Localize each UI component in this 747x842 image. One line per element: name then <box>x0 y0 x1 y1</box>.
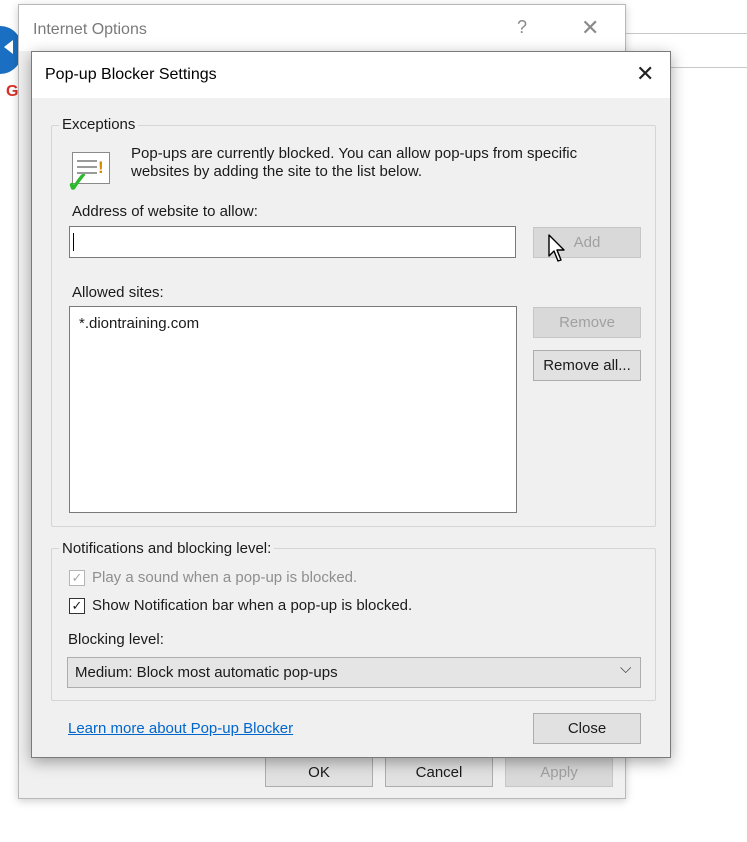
exceptions-group-label: Exceptions <box>59 116 139 133</box>
play-sound-checkbox[interactable]: ✓ <box>69 570 85 586</box>
allowed-site-item[interactable]: *.diontraining.com <box>79 315 199 332</box>
internet-options-title: Internet Options <box>33 21 147 38</box>
dialog-titlebar: Pop-up Blocker Settings ✕ <box>32 52 670 98</box>
internet-options-titlebar: Internet Options ? ✕ <box>19 5 625 51</box>
popup-icon-lines <box>77 160 97 162</box>
mouse-pointer-icon <box>548 234 565 262</box>
show-notification-bar-label: Show Notification bar when a pop-up is b… <box>92 597 413 614</box>
blocking-level-select[interactable]: Medium: Block most automatic pop-ups ⌵ <box>67 657 641 688</box>
dialog-close-icon[interactable]: ✕ <box>636 61 654 87</box>
cancel-button[interactable]: Cancel <box>385 757 493 787</box>
text-caret <box>73 233 74 251</box>
play-sound-label: Play a sound when a pop-up is blocked. <box>92 569 358 586</box>
close-button[interactable]: Close <box>533 713 641 744</box>
back-arrow-icon <box>4 40 13 54</box>
close-icon[interactable]: ✕ <box>581 15 599 41</box>
exceptions-description: Pop-ups are currently blocked. You can a… <box>131 145 578 180</box>
allowed-sites-label: Allowed sites: <box>72 284 164 301</box>
website-address-input[interactable] <box>69 226 516 258</box>
apply-button[interactable]: Apply <box>505 757 613 787</box>
warning-icon: ! <box>98 158 104 177</box>
notifications-group-label: Notifications and blocking level: <box>59 540 275 557</box>
ok-button[interactable]: OK <box>265 757 373 787</box>
remove-all-button[interactable]: Remove all... <box>533 350 641 381</box>
learn-more-link[interactable]: Learn more about Pop-up Blocker <box>68 720 293 737</box>
allowed-sites-list[interactable]: *.diontraining.com <box>69 306 517 513</box>
dialog-title: Pop-up Blocker Settings <box>45 66 217 83</box>
help-icon[interactable]: ? <box>517 17 527 38</box>
blocking-level-label: Blocking level: <box>68 631 164 648</box>
popup-blocker-settings-dialog: Pop-up Blocker Settings ✕ Exceptions ! ✓… <box>31 51 671 758</box>
show-notification-bar-checkbox[interactable]: ✓ <box>69 598 85 614</box>
address-label: Address of website to allow: <box>72 203 258 220</box>
blocking-level-value: Medium: Block most automatic pop-ups <box>75 664 338 681</box>
check-icon: ✓ <box>66 167 90 198</box>
remove-button[interactable]: Remove <box>533 307 641 338</box>
chevron-down-icon: ⌵ <box>620 660 632 677</box>
google-icon: G <box>6 83 19 100</box>
